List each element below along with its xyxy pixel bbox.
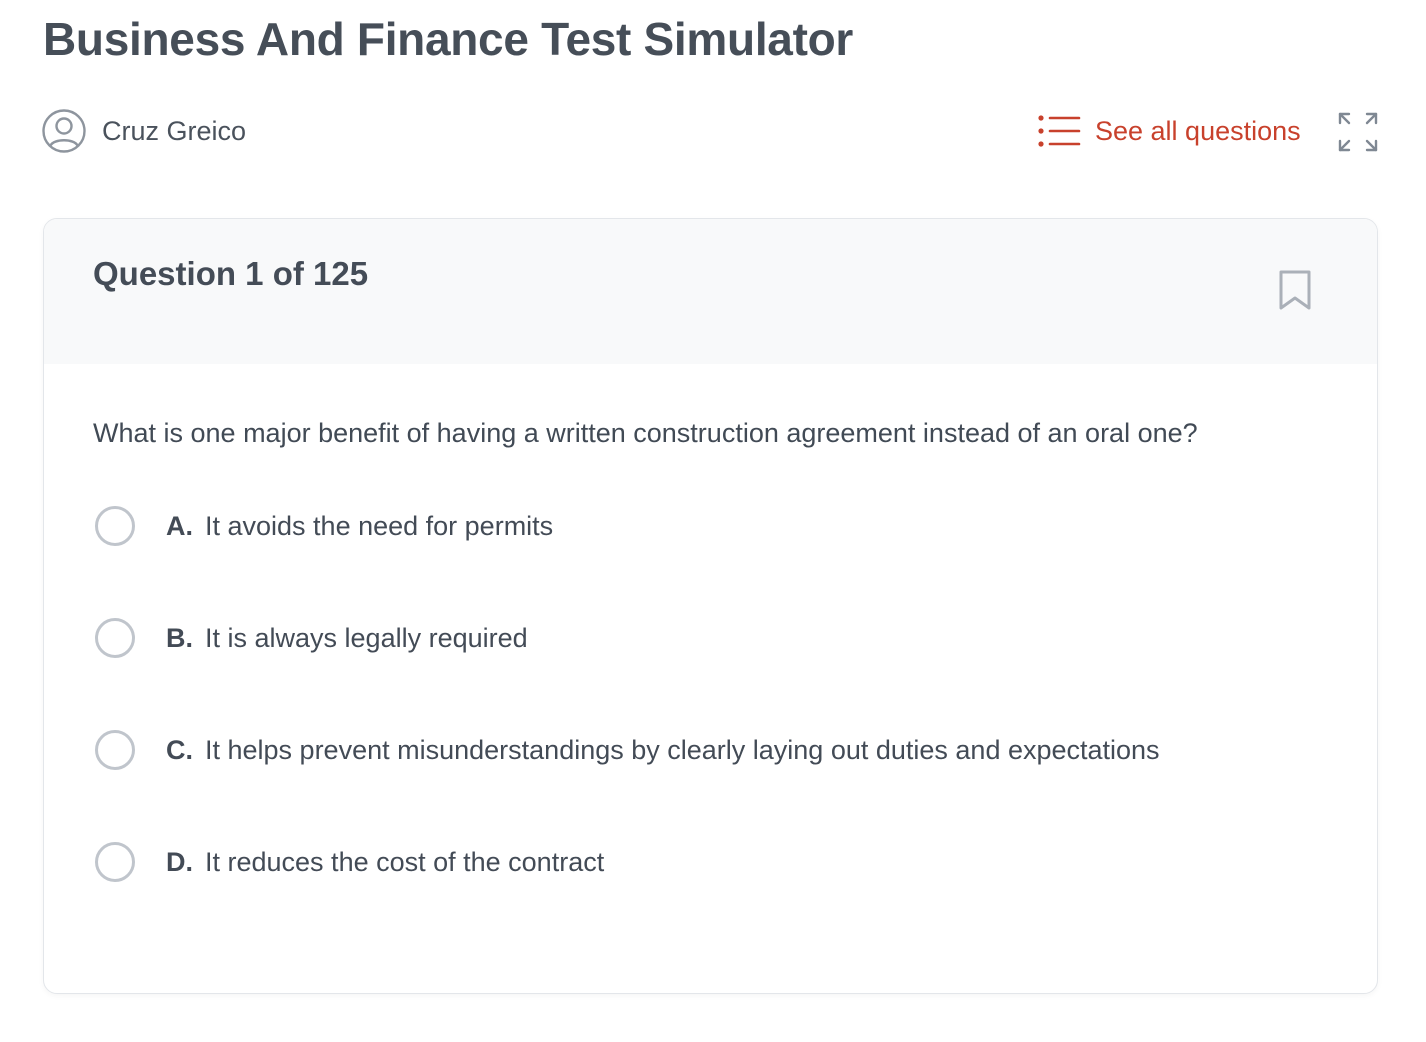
list-icon: [1038, 115, 1081, 147]
user-name: Cruz Greico: [102, 115, 247, 146]
page-title: Business And Finance Test Simulator: [43, 13, 853, 65]
answer-option-c[interactable]: C. It helps prevent misunderstandings by…: [95, 730, 1160, 770]
option-text: It helps prevent misunderstandings by cl…: [205, 734, 1160, 765]
question-card: Question 1 of 125 What is one major bene…: [43, 218, 1378, 994]
option-text: It avoids the need for permits: [205, 510, 554, 541]
user-info: Cruz Greico: [42, 109, 246, 153]
radio-button[interactable]: [95, 842, 135, 882]
expand-icon: [1338, 112, 1378, 152]
question-text: What is one major benefit of having a wr…: [93, 418, 1198, 448]
radio-button[interactable]: [95, 506, 135, 546]
option-text: It is always legally required: [205, 622, 528, 653]
see-all-questions-button[interactable]: See all questions: [1037, 112, 1301, 150]
option-letter: A.: [166, 510, 193, 541]
option-letter: B.: [166, 622, 193, 653]
answer-option-b[interactable]: B. It is always legally required: [95, 618, 528, 658]
option-letter: C.: [166, 734, 193, 765]
radio-button[interactable]: [95, 618, 135, 658]
option-text: It reduces the cost of the contract: [205, 846, 605, 877]
radio-button[interactable]: [95, 730, 135, 770]
answer-option-a[interactable]: A. It avoids the need for permits: [95, 506, 553, 546]
bookmark-icon: [1279, 270, 1311, 310]
fullscreen-button[interactable]: [1336, 110, 1380, 154]
question-counter: Question 1 of 125: [93, 255, 369, 292]
bookmark-button[interactable]: [1272, 267, 1318, 313]
question-header: Question 1 of 125: [44, 219, 1377, 364]
answer-option-d[interactable]: D. It reduces the cost of the contract: [95, 842, 604, 882]
see-all-questions-label: See all questions: [1095, 115, 1301, 146]
user-circle-icon: [42, 109, 86, 153]
option-letter: D.: [166, 846, 193, 877]
